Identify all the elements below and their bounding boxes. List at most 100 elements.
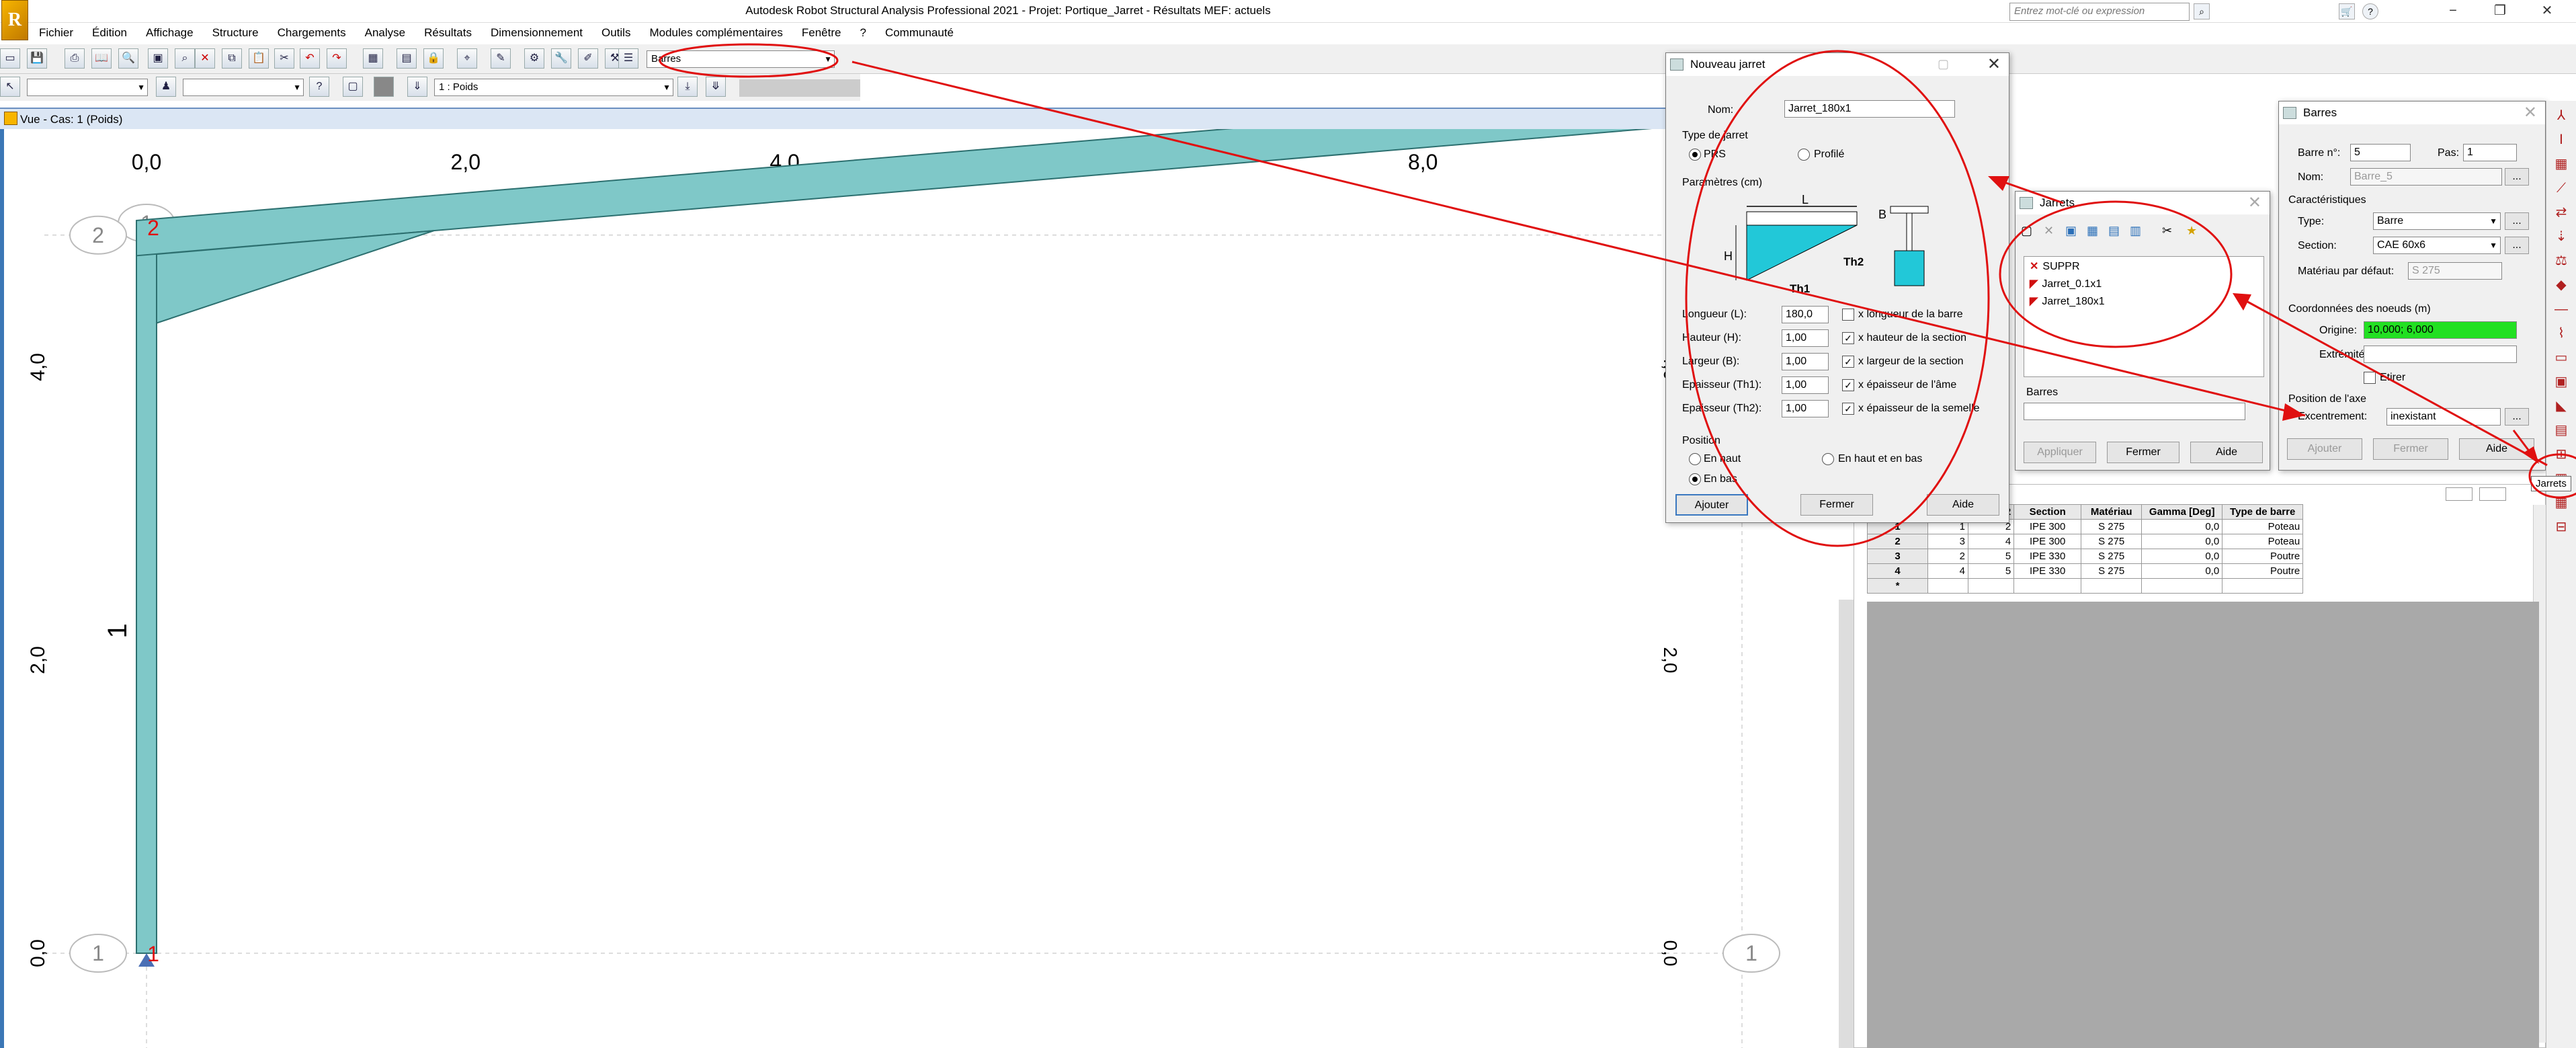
jarret-close-button[interactable]: Fermer [1800,494,1873,516]
print-icon[interactable]: ⎙ [65,48,85,69]
table-row[interactable]: 4 4 5 IPE 330 S 275 0,0 Poutre [1867,563,2304,579]
param-checkbox-3[interactable]: ✓ [1842,379,1854,391]
table-cell[interactable]: Poteau [2222,519,2304,534]
selection-combo[interactable]: Barres ▼ [647,50,835,68]
table-cell[interactable]: 0,0 [2141,519,2223,534]
load-arrow-icon[interactable]: ⤓ [677,77,698,97]
magnifier-icon[interactable]: ⌕ [175,48,195,69]
nom-browse-button[interactable]: ... [2505,168,2529,186]
jarret-list-item[interactable]: ◤ Jarret_180x1 [2030,294,2105,308]
table-cell[interactable]: S 275 [2081,563,2143,579]
origine-input[interactable]: 10,000; 6,000 [2364,321,2517,339]
person-icon[interactable]: ♟ [156,77,176,97]
table-row[interactable]: 3 2 5 IPE 330 S 275 0,0 Poutre [1867,549,2304,564]
table-cell[interactable] [2222,578,2304,594]
release-icon[interactable]: ⟋ [2550,177,2572,199]
position-en-bas-radio[interactable] [1689,473,1701,485]
table-icon[interactable]: ▤ [397,48,417,69]
menu-item-9[interactable]: Modules complémentaires [640,23,792,43]
close-button[interactable]: ✕ [2527,0,2567,22]
table-row[interactable]: * [1867,578,2304,594]
structure-canvas[interactable]: 0,02,04,06,08,010,012,014,016,018,08,06,… [4,129,1854,1048]
gears-icon[interactable]: ⚙ [524,48,544,69]
table-cell[interactable] [2081,578,2143,594]
calculator-icon[interactable]: ▦ [363,48,383,69]
binoculars-icon[interactable]: ⌕ [2194,3,2210,19]
new-folder-icon[interactable]: ★ [2186,224,2197,238]
table-cell[interactable]: IPE 330 [2013,563,2082,579]
type-prs-radio[interactable] [1689,149,1701,161]
bar-icon[interactable]: — [2550,298,2572,320]
cart-icon[interactable]: 🛒 [2339,3,2355,19]
cut-icon[interactable]: ✂ [274,48,294,69]
load-icon[interactable]: ⇣ [2550,226,2572,247]
param-input-1[interactable]: 1,00 [1782,329,1829,347]
jarrets-help-button[interactable]: Aide [2190,442,2263,463]
barres-help-button[interactable]: Aide [2459,438,2534,460]
panel-icon[interactable]: ▭ [2550,347,2572,368]
barre-no-input[interactable]: 5 [2350,144,2411,161]
table-header-cell[interactable]: Gamma [Deg] [2141,504,2223,520]
table-restore-button[interactable] [2479,487,2506,501]
offset-icon[interactable]: ⇄ [2550,202,2572,223]
jarrets-listbox[interactable]: ✕ SUPPR ◤ Jarret_0.1x1 ◤ Jarret_180x1 [2024,256,2264,377]
view-combo[interactable]: ▼ [27,79,148,96]
table-header-cell[interactable]: Matériau [2081,504,2143,520]
query-icon[interactable]: ? [309,77,329,97]
cable-icon[interactable]: ⌇ [2550,323,2572,344]
section-select[interactable]: CAE 60x6 ▼ [2373,237,2501,254]
table-cell[interactable] [2013,578,2082,594]
combination-icon[interactable]: ⚖ [2550,250,2572,272]
table-cell[interactable]: IPE 300 [2013,519,2082,534]
table-header-cell[interactable]: Section [2013,504,2082,520]
table-cell[interactable]: 2 [1927,549,1968,564]
menu-item-11[interactable]: ? [850,23,875,43]
table-cell[interactable]: * [1867,578,1928,594]
table-cell[interactable]: 4 [1867,563,1928,579]
support-icon[interactable]: ⅄ [2550,105,2572,126]
nouveau-jarret-maximize-button[interactable]: ▢ [1938,57,1949,71]
jarret-add-button[interactable]: Ajouter [1675,494,1748,516]
position-haut-bas-radio[interactable] [1822,453,1834,465]
load-case-combo[interactable]: 1 : Poids ▼ [434,79,673,96]
menu-item-6[interactable]: Résultats [415,23,481,43]
report-icon[interactable]: ▦ [2550,492,2572,514]
grid-icon[interactable]: ⊟ [2550,516,2572,538]
tools-icon[interactable]: 🔧 [551,48,571,69]
load-set-icon[interactable]: ⤋ [706,77,726,97]
jarrets-close-x-button[interactable]: ✕ [2248,192,2261,214]
etirer-checkbox[interactable] [2364,372,2376,384]
grey-box-icon[interactable] [374,77,394,97]
search-input[interactable]: Entrez mot-clé ou expression [2009,3,2190,21]
jarrets-apply-button[interactable]: Appliquer [2024,442,2096,463]
type-profile-radio[interactable] [1798,149,1810,161]
menu-item-1[interactable]: Édition [83,23,136,43]
solid-icon[interactable]: ▣ [2550,371,2572,393]
cursor-icon[interactable]: ↖ [0,77,20,97]
selection-filter-combo[interactable]: ▼ [183,79,304,96]
menu-item-8[interactable]: Outils [592,23,640,43]
table-cell[interactable]: 5 [1967,549,2015,564]
view-icon[interactable]: ⊞ [2550,444,2572,465]
excentrement-input[interactable]: inexistant [2386,408,2501,426]
view-details-icon[interactable]: ▥ [2130,224,2141,238]
section-browse-button[interactable]: ... [2505,237,2529,254]
save-icon[interactable]: 💾 [27,48,47,69]
view-small-icon[interactable]: ▦ [2087,224,2098,238]
node-icon[interactable]: ◆ [2550,274,2572,296]
table-cell[interactable]: S 275 [2081,549,2143,564]
undo-icon[interactable]: ↶ [300,48,320,69]
param-checkbox-4[interactable]: ✓ [1842,403,1854,415]
copy-icon[interactable]: ⧉ [222,48,242,69]
jarret-help-button[interactable]: Aide [1927,494,1999,516]
menu-item-7[interactable]: Dimensionnement [481,23,592,43]
table-row[interactable]: 2 3 4 IPE 300 S 275 0,0 Poteau [1867,534,2304,549]
param-input-3[interactable]: 1,00 [1782,376,1829,394]
view-list-icon[interactable]: ▤ [2108,224,2120,238]
redo-icon[interactable]: ↷ [327,48,347,69]
param-checkbox-2[interactable]: ✓ [1842,356,1854,368]
barres-close-dialog-button[interactable]: Fermer [2373,438,2448,460]
param-input-4[interactable]: 1,00 [1782,400,1829,417]
menu-item-0[interactable]: Fichier [30,23,83,43]
position-en-haut-radio[interactable] [1689,453,1701,465]
